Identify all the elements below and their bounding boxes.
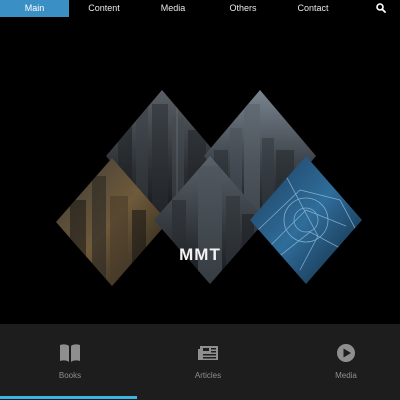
tab-media[interactable]: Media bbox=[291, 324, 400, 400]
tab-articles[interactable]: Articles bbox=[153, 324, 263, 400]
diamond-logo-graphic bbox=[56, 90, 362, 286]
tab-media-label: Media bbox=[335, 371, 357, 380]
active-tab-indicator bbox=[0, 396, 137, 399]
top-nav: Main Content Media Others Contact bbox=[0, 0, 400, 17]
newspaper-icon bbox=[198, 346, 218, 360]
nav-item-content[interactable]: Content bbox=[79, 0, 129, 17]
book-icon bbox=[60, 344, 80, 362]
tab-books-label: Books bbox=[58, 371, 82, 380]
tab-articles-label: Articles bbox=[194, 371, 222, 380]
nav-item-contact[interactable]: Contact bbox=[288, 0, 338, 17]
nav-item-others[interactable]: Others bbox=[220, 0, 266, 17]
brand-logo-text: MMT bbox=[179, 245, 221, 264]
hero-banner: MMT bbox=[0, 17, 400, 324]
nav-item-main[interactable]: Main bbox=[0, 0, 69, 17]
bottom-tab-bar: Books Articles Media bbox=[0, 324, 400, 400]
play-icon bbox=[337, 344, 355, 362]
search-button[interactable] bbox=[374, 1, 388, 15]
tab-books[interactable]: Books bbox=[15, 324, 125, 400]
nav-item-media[interactable]: Media bbox=[150, 0, 196, 17]
search-icon bbox=[376, 3, 386, 13]
